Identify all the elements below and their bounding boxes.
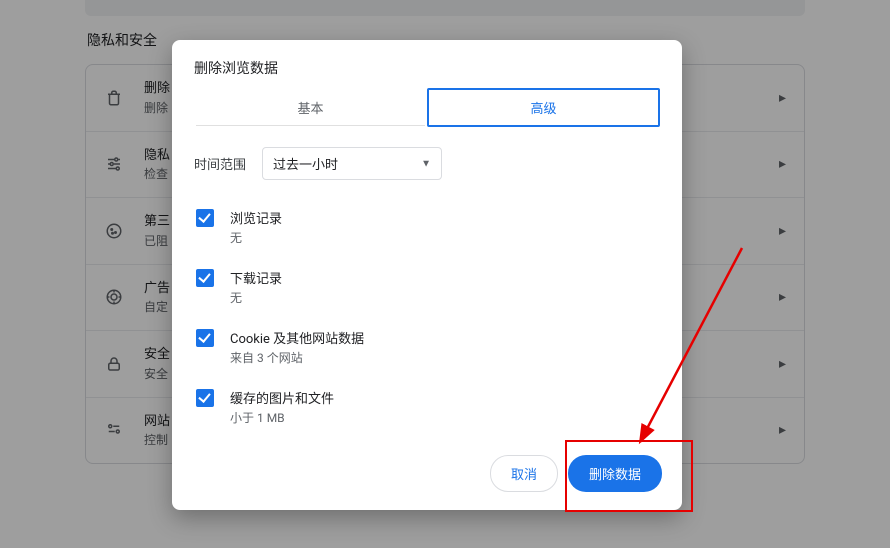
dialog-scroll[interactable]: 时间范围 过去一小时 ▼ 浏览记录无 下载记录无 Cookie 及其他网站数据来… — [172, 127, 682, 443]
cancel-button[interactable]: 取消 — [490, 455, 558, 492]
option-cache[interactable]: 缓存的图片和文件小于 1 MB — [194, 378, 674, 438]
time-range-label: 时间范围 — [194, 154, 246, 173]
checkbox[interactable] — [196, 269, 214, 287]
checkbox[interactable] — [196, 329, 214, 347]
option-sub: 无 — [230, 229, 282, 246]
option-sub: 无 — [230, 289, 282, 306]
option-title: 浏览记录 — [230, 208, 282, 227]
checkbox[interactable] — [196, 389, 214, 407]
checkbox[interactable] — [196, 209, 214, 227]
option-passwords[interactable]: 密码和其他登录数据无 — [194, 438, 674, 443]
option-sub: 来自 3 个网站 — [230, 349, 364, 366]
time-range-value: 过去一小时 — [273, 158, 338, 173]
option-browsing-history[interactable]: 浏览记录无 — [194, 198, 674, 258]
option-cookies[interactable]: Cookie 及其他网站数据来自 3 个网站 — [194, 318, 674, 378]
option-title: Cookie 及其他网站数据 — [230, 328, 364, 347]
tab-advanced[interactable]: 高级 — [427, 88, 660, 127]
clear-data-button[interactable]: 删除数据 — [568, 455, 662, 492]
time-range-select[interactable]: 过去一小时 ▼ — [262, 147, 442, 180]
dialog-tabs: 基本 高级 — [172, 88, 682, 127]
dialog-title: 删除浏览数据 — [172, 40, 682, 88]
clear-data-dialog: 删除浏览数据 基本 高级 时间范围 过去一小时 ▼ 浏览记录无 下载记录无 — [172, 40, 682, 510]
option-download-history[interactable]: 下载记录无 — [194, 258, 674, 318]
option-title: 下载记录 — [230, 268, 282, 287]
dialog-body: 时间范围 过去一小时 ▼ 浏览记录无 下载记录无 Cookie 及其他网站数据来… — [172, 127, 682, 443]
tab-basic[interactable]: 基本 — [194, 88, 427, 127]
dialog-actions: 取消 删除数据 — [172, 443, 682, 510]
option-sub: 小于 1 MB — [230, 409, 334, 426]
option-title: 缓存的图片和文件 — [230, 388, 334, 407]
chevron-down-icon: ▼ — [421, 158, 431, 169]
